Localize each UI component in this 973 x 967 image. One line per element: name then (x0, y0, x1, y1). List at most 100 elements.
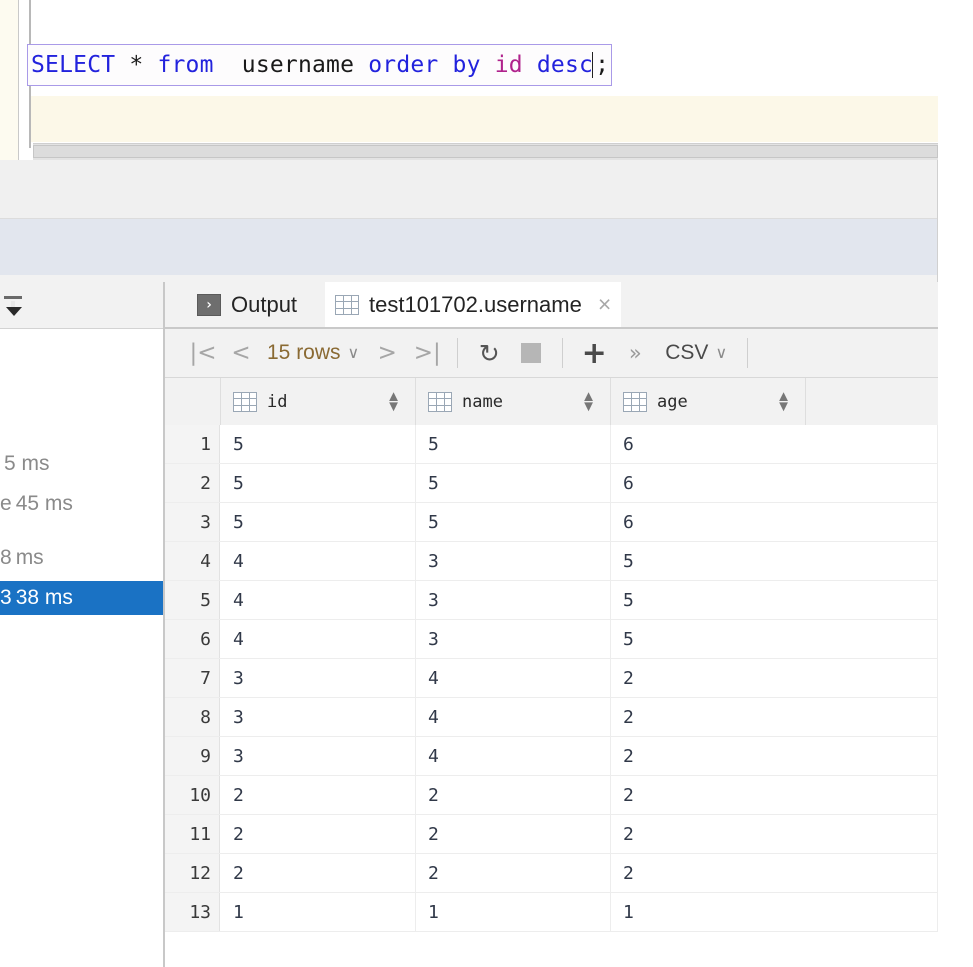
table-row[interactable]: 1556 (165, 425, 938, 464)
cell-age[interactable]: 2 (611, 815, 938, 853)
stop-button[interactable] (510, 333, 552, 373)
query-history-panel[interactable]: 5 ms e 45 ms 8 ms 3 38 ms (0, 282, 166, 967)
next-page-button[interactable]: > (367, 333, 407, 373)
table-row[interactable]: 10 2 2 2 (165, 776, 938, 815)
row-number[interactable]: 8 (165, 698, 220, 736)
table-row[interactable]: 12 2 2 2 (165, 854, 938, 893)
cell-id[interactable]: 5 (221, 464, 416, 502)
cell-age[interactable]: 5 (611, 581, 938, 619)
last-page-button[interactable]: >| (407, 333, 447, 373)
table-row[interactable]: 11 2 2 2 (165, 815, 938, 854)
row-number[interactable]: 11 (165, 815, 220, 853)
sql-statement-line[interactable]: SELECT * from username order by id desc … (27, 44, 613, 86)
editor-horizontal-scrollbar[interactable] (33, 143, 938, 160)
tab-output[interactable]: › Output (187, 282, 307, 327)
filter-funnel-icon[interactable] (2, 290, 32, 320)
cell-id[interactable]: 5 (221, 425, 416, 463)
cell-age[interactable]: 2 (611, 776, 938, 814)
row-number[interactable]: 13 (165, 893, 220, 931)
sort-toggle-name[interactable]: ▲ ▼ (581, 389, 596, 414)
row-number[interactable]: 12 (165, 854, 220, 892)
sort-toggle-id[interactable]: ▲ ▼ (386, 389, 401, 414)
row-number[interactable]: 2 (165, 464, 220, 502)
result-grid-body[interactable]: 1 5 5 6 2 5 5 6 3 5 5 6 4 4 3 5 5 4 3 5 6 4 3 5 7 3 4 2 8 3 4 2 9 3 4 2 10 2 2… (165, 425, 938, 967)
cell-name[interactable]: 3 (416, 542, 611, 580)
row-number[interactable]: 9 (165, 737, 220, 775)
row-number[interactable]: 4 (165, 542, 220, 580)
cell-name[interactable]: 3 (416, 581, 611, 619)
cell-name[interactable]: 3 (416, 620, 611, 658)
cell-age[interactable]: 5 (611, 620, 938, 658)
cell-id[interactable]: 2 (221, 776, 416, 814)
query-history-item-2[interactable]: 8 ms (0, 541, 165, 575)
row-number[interactable]: 3 (165, 503, 220, 541)
tab-result-username[interactable]: test101702.username × (325, 282, 622, 327)
editor-scrollbar-thumb[interactable] (33, 145, 938, 158)
cell-name[interactable]: 5 (416, 464, 611, 502)
query-history-item-3[interactable]: 3 38 ms (0, 581, 165, 615)
result-grid-toolbar[interactable]: |< < 15 rows ∨ > >| ↻ + » CSV ∨ (165, 329, 938, 378)
cell-id[interactable]: 3 (221, 737, 416, 775)
cell-name[interactable]: 5 (416, 425, 611, 463)
sql-editor-panel[interactable]: SELECT * from username order by id desc … (0, 0, 938, 160)
row-number[interactable]: 1 (165, 425, 220, 463)
table-row[interactable]: 9342 (165, 737, 938, 776)
cell-id[interactable]: 2 (221, 854, 416, 892)
column-header-id[interactable]: id ▲ ▼ (221, 378, 416, 425)
cell-id[interactable]: 2 (221, 815, 416, 853)
cell-age[interactable]: 6 (611, 464, 938, 502)
table-row[interactable]: 8342 (165, 698, 938, 737)
cell-name[interactable]: 2 (416, 854, 611, 892)
previous-page-button[interactable]: < (223, 333, 259, 373)
row-number[interactable]: 10 (165, 776, 220, 814)
row-number[interactable]: 5 (165, 581, 220, 619)
cell-name[interactable]: 2 (416, 776, 611, 814)
first-page-button[interactable]: |< (183, 333, 223, 373)
row-count-dropdown[interactable]: 15 rows ∨ (259, 333, 367, 373)
cell-age[interactable]: 2 (611, 698, 938, 736)
cell-id[interactable]: 4 (221, 542, 416, 580)
results-tab-strip[interactable]: › Output test101702.username × (165, 282, 938, 329)
cell-age[interactable]: 2 (611, 854, 938, 892)
cell-age[interactable]: 6 (611, 503, 938, 541)
row-number[interactable]: 7 (165, 659, 220, 697)
table-row[interactable]: 6435 (165, 620, 938, 659)
column-header-age[interactable]: age ▲ ▼ (611, 378, 806, 425)
query-history-list[interactable]: 5 ms e 45 ms 8 ms 3 38 ms (0, 329, 165, 967)
table-row[interactable]: 13 1 1 1 (165, 893, 938, 932)
cell-age[interactable]: 2 (611, 659, 938, 697)
row-number[interactable]: 6 (165, 620, 220, 658)
cell-name[interactable]: 4 (416, 659, 611, 697)
cell-age[interactable]: 6 (611, 425, 938, 463)
cell-name[interactable]: 4 (416, 698, 611, 736)
result-grid[interactable]: id ▲ ▼ name ▲ ▼ age ▲ ▼ 155625563556443554356435… (165, 378, 938, 967)
close-icon[interactable]: × (592, 293, 611, 316)
query-history-toolbar[interactable] (0, 282, 165, 329)
query-history-item-1[interactable]: e 45 ms (0, 487, 165, 521)
export-format-dropdown[interactable]: CSV ∨ (655, 333, 737, 373)
table-row[interactable]: 2556 (165, 464, 938, 503)
table-row[interactable]: 4435 (165, 542, 938, 581)
cell-id[interactable]: 3 (221, 659, 416, 697)
cell-age[interactable]: 1 (611, 893, 938, 931)
cell-age[interactable]: 5 (611, 542, 938, 580)
column-header-name[interactable]: name ▲ ▼ (416, 378, 611, 425)
cell-age[interactable]: 2 (611, 737, 938, 775)
more-options-icon[interactable]: » (615, 333, 655, 373)
cell-id[interactable]: 4 (221, 581, 416, 619)
sort-toggle-age[interactable]: ▲ ▼ (776, 389, 791, 414)
cell-id[interactable]: 4 (221, 620, 416, 658)
cell-id[interactable]: 5 (221, 503, 416, 541)
cell-id[interactable]: 1 (221, 893, 416, 931)
cell-name[interactable]: 1 (416, 893, 611, 931)
table-row[interactable]: 7342 (165, 659, 938, 698)
cell-name[interactable]: 4 (416, 737, 611, 775)
add-row-button[interactable]: + (573, 333, 615, 373)
result-grid-header[interactable]: id ▲ ▼ name ▲ ▼ age ▲ ▼ (165, 378, 938, 426)
table-row[interactable]: 3556 (165, 503, 938, 542)
cell-id[interactable]: 3 (221, 698, 416, 736)
results-panel[interactable]: › Output test101702.username × |< < 15 r… (165, 282, 938, 967)
query-history-item-0[interactable]: 5 ms (0, 447, 165, 481)
table-row[interactable]: 5435 (165, 581, 938, 620)
refresh-icon[interactable]: ↻ (468, 333, 510, 373)
